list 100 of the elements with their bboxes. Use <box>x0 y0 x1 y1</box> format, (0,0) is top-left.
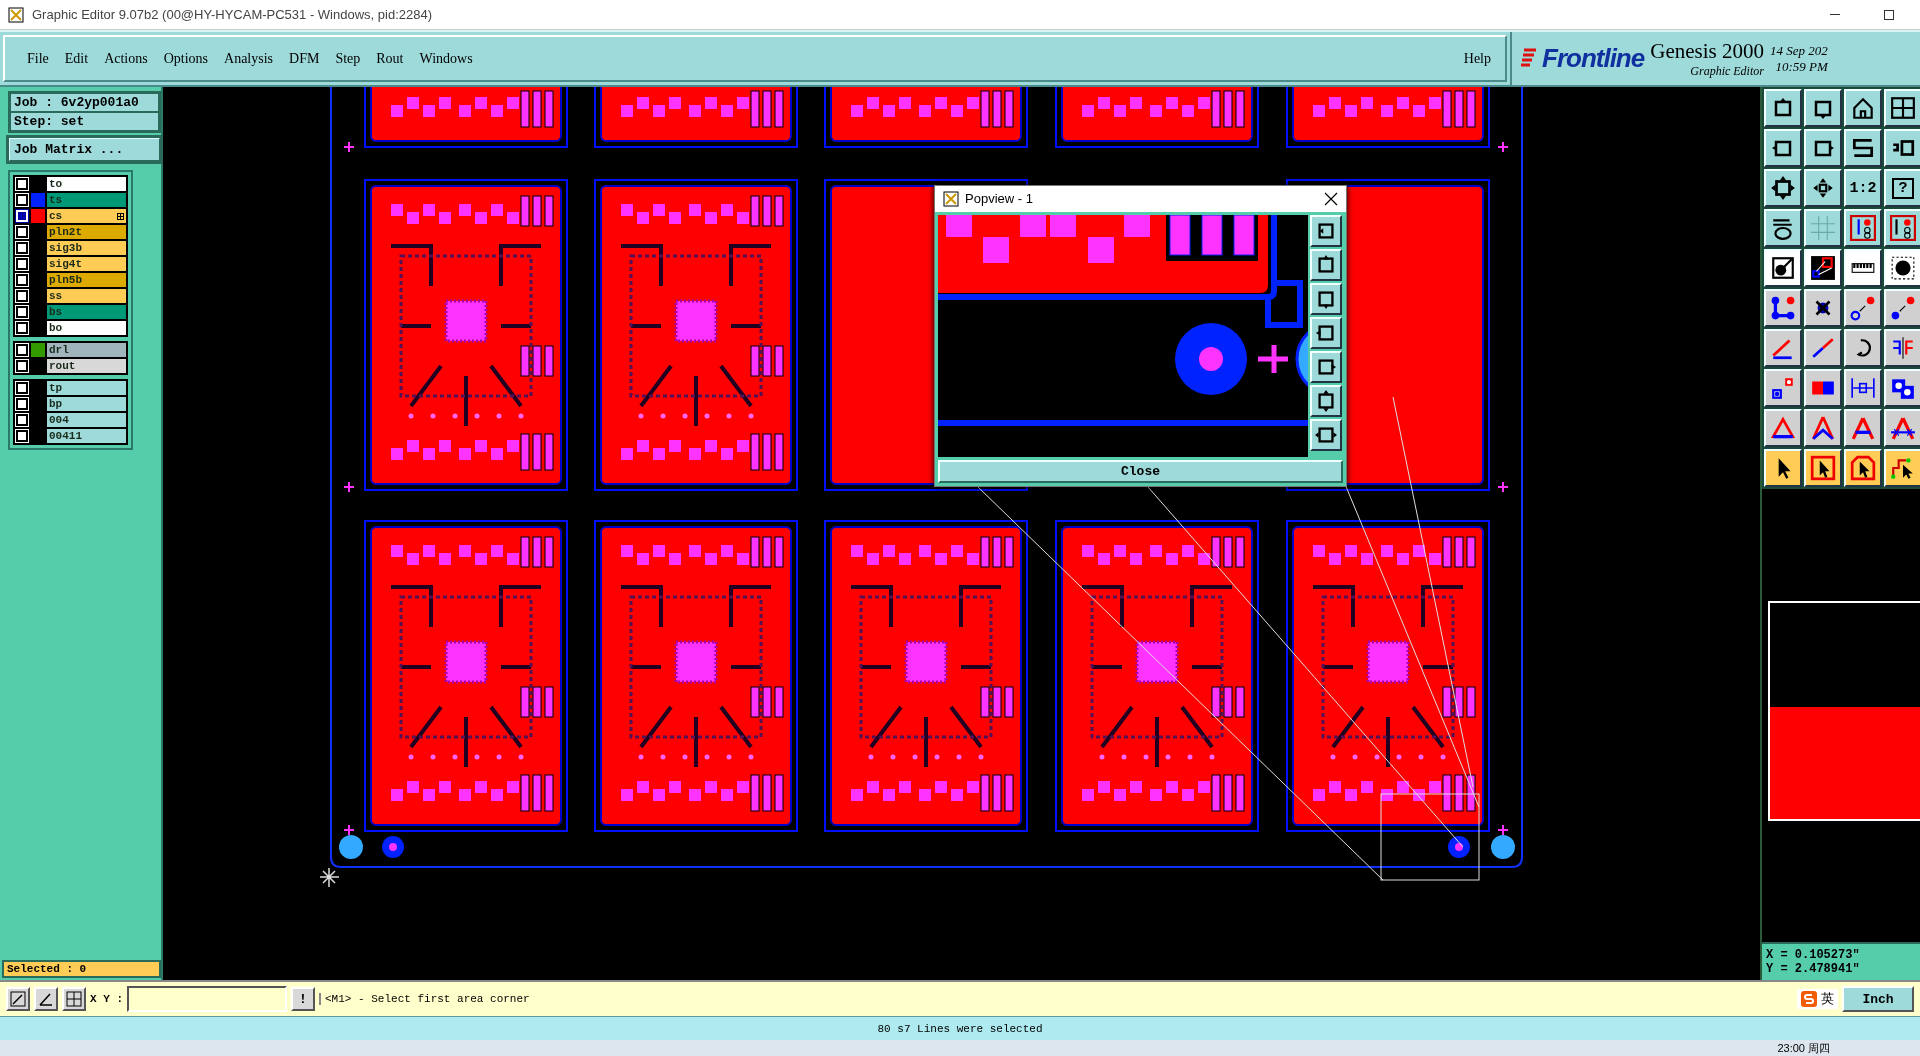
tool-button[interactable] <box>1844 409 1882 447</box>
layer-row[interactable]: 004 <box>47 413 126 427</box>
execute-button[interactable]: ! <box>291 987 315 1011</box>
layer-checkbox[interactable] <box>15 241 29 255</box>
snap-button[interactable] <box>6 987 30 1011</box>
layer-row[interactable]: to <box>47 177 126 191</box>
layer-row[interactable]: ss <box>47 289 126 303</box>
menu-item[interactable]: Analysis <box>224 50 274 67</box>
tool-button[interactable] <box>1764 409 1802 447</box>
tool-button[interactable] <box>1804 289 1842 327</box>
layer-checkbox[interactable] <box>15 305 29 319</box>
layer-row[interactable]: 00411 <box>47 429 126 443</box>
close-button[interactable]: Close <box>938 459 1343 483</box>
tool-button[interactable] <box>1884 409 1920 447</box>
view-button[interactable] <box>1310 418 1342 451</box>
layer-checkbox[interactable] <box>15 429 29 443</box>
view-button[interactable] <box>1310 384 1342 417</box>
tool-button[interactable] <box>1804 249 1842 287</box>
menu-item[interactable]: Rout <box>376 50 404 67</box>
menu-item[interactable]: Actions <box>104 50 148 67</box>
offset-icon <box>1770 375 1796 401</box>
tool-button[interactable] <box>1844 289 1882 327</box>
tool-button[interactable] <box>1764 209 1802 247</box>
view-button[interactable] <box>1310 214 1342 247</box>
layer-row[interactable]: bp <box>47 397 126 411</box>
layer-row[interactable]: drl <box>47 343 126 357</box>
layer-checkbox[interactable] <box>15 413 29 427</box>
tool-button[interactable] <box>1844 369 1882 407</box>
tool-button[interactable] <box>1884 249 1920 287</box>
tool-button[interactable] <box>1844 129 1882 167</box>
layer-checkbox[interactable] <box>15 289 29 303</box>
layer-checkbox[interactable] <box>15 225 29 239</box>
view-button[interactable] <box>1310 316 1342 349</box>
menu-item[interactable]: File <box>27 50 49 67</box>
layer-checkbox[interactable] <box>15 273 29 287</box>
units-dropdown[interactable]: Inch <box>1842 986 1914 1012</box>
layer-row[interactable]: sig3b <box>47 241 126 255</box>
tool-button[interactable] <box>1844 249 1882 287</box>
menu-item[interactable]: Options <box>163 50 209 67</box>
tool-button[interactable] <box>1764 369 1802 407</box>
tool-button[interactable] <box>1804 129 1842 167</box>
angle-button[interactable] <box>34 987 58 1011</box>
layer-row[interactable]: bs <box>47 305 126 319</box>
tool-button[interactable] <box>1884 289 1920 327</box>
layer-checkbox[interactable] <box>15 397 29 411</box>
tool-button[interactable] <box>1844 209 1882 247</box>
layer-row[interactable]: cs <box>47 209 126 223</box>
tool-button[interactable] <box>1804 89 1842 127</box>
layer-row[interactable]: rout <box>47 359 126 373</box>
layer-row[interactable]: ts <box>47 193 126 207</box>
tool-button[interactable] <box>1804 369 1842 407</box>
xy-input-field[interactable] <box>127 986 287 1012</box>
tool-button[interactable] <box>1804 449 1842 487</box>
tool-button[interactable] <box>1884 209 1920 247</box>
layer-checkbox[interactable] <box>15 177 29 191</box>
tool-button[interactable] <box>1764 89 1802 127</box>
tool-button[interactable] <box>1764 169 1802 207</box>
view-button[interactable] <box>1310 282 1342 315</box>
layer-checkbox[interactable] <box>15 343 29 357</box>
layer-row[interactable]: pln2t <box>47 225 126 239</box>
box-arrow-icon <box>1315 253 1337 276</box>
scale-button[interactable]: 1:2 <box>1844 169 1882 207</box>
layer-row[interactable]: tp <box>47 381 126 395</box>
tool-button[interactable] <box>1884 129 1920 167</box>
layer-checkbox[interactable] <box>15 193 29 207</box>
menu-item[interactable]: DFM <box>289 50 320 67</box>
view-button[interactable] <box>1310 248 1342 281</box>
layer-checkbox[interactable] <box>15 321 29 335</box>
layer-checkbox[interactable] <box>15 381 29 395</box>
tool-button[interactable] <box>1764 289 1802 327</box>
tool-button[interactable] <box>1884 329 1920 367</box>
close-icon[interactable] <box>1324 191 1338 206</box>
tool-button[interactable] <box>1804 409 1842 447</box>
layer-checkbox[interactable] <box>15 209 29 223</box>
layer-row[interactable]: sig4t <box>47 257 126 271</box>
tool-button[interactable] <box>1844 89 1882 127</box>
help-button[interactable]: ? <box>1884 169 1920 207</box>
menu-item[interactable]: Windows <box>419 50 473 67</box>
view-button[interactable] <box>1310 350 1342 383</box>
layer-row[interactable]: bo <box>47 321 126 335</box>
menu-item[interactable]: Help <box>1463 50 1491 67</box>
grid-button[interactable] <box>62 987 86 1011</box>
tool-button[interactable] <box>1884 369 1920 407</box>
tool-button[interactable] <box>1884 89 1920 127</box>
tool-button[interactable] <box>1764 449 1802 487</box>
tool-button[interactable] <box>1764 129 1802 167</box>
menu-item[interactable]: Edit <box>64 50 89 67</box>
tool-button[interactable] <box>1804 169 1842 207</box>
tool-button[interactable] <box>1884 449 1920 487</box>
tool-button[interactable] <box>1764 249 1802 287</box>
tool-button[interactable] <box>1764 329 1802 367</box>
tool-button[interactable] <box>1844 329 1882 367</box>
tool-button[interactable] <box>1804 329 1842 367</box>
menu-item[interactable]: Step <box>335 50 361 67</box>
layer-checkbox[interactable] <box>15 257 29 271</box>
layer-checkbox[interactable] <box>15 359 29 373</box>
job-matrix-button[interactable]: Job Matrix ... <box>8 137 161 162</box>
layer-row[interactable]: pln5b <box>47 273 126 287</box>
tool-button[interactable] <box>1844 449 1882 487</box>
tool-button[interactable] <box>1804 209 1842 247</box>
